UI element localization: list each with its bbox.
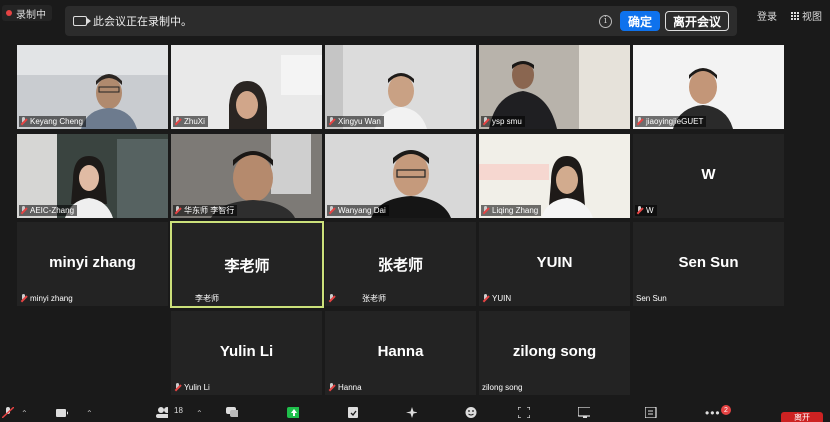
participant-name-label: Yulin Li bbox=[173, 382, 213, 393]
muted-mic-icon bbox=[482, 206, 490, 215]
whiteboard-icon[interactable] bbox=[578, 407, 590, 418]
participant-name-label: Hanna bbox=[327, 382, 365, 393]
participant-name-label: 华东师 李智行 bbox=[173, 205, 238, 216]
participant-name-label: Wanyang Dai bbox=[327, 205, 389, 216]
notification-badge: 2 bbox=[721, 405, 731, 415]
leave-meeting-button[interactable]: 离开会议 bbox=[664, 11, 729, 31]
participant-name-label: 张老师 bbox=[327, 293, 389, 304]
active-speaker-tile[interactable]: 李老师 李老师 bbox=[170, 221, 324, 308]
notes-icon[interactable] bbox=[645, 407, 657, 418]
participant-name-label: W bbox=[635, 205, 657, 216]
participant-name-label: Xingyu Wan bbox=[327, 116, 384, 127]
participant-name-label: Sen Sun bbox=[636, 294, 667, 303]
video-tile[interactable]: Yulin Li Yulin Li bbox=[171, 311, 322, 395]
info-icon[interactable]: i bbox=[598, 14, 612, 28]
muted-mic-icon bbox=[20, 294, 28, 303]
video-tile[interactable]: Keyang Cheng bbox=[17, 45, 168, 129]
audio-options-chevron-icon[interactable]: ⌃ bbox=[21, 409, 28, 418]
video-tile[interactable]: AEIC-Zhang bbox=[17, 134, 168, 218]
more-icon[interactable]: ••• bbox=[705, 406, 721, 420]
video-tile[interactable]: 华东师 李智行 bbox=[171, 134, 322, 218]
apps-icon[interactable] bbox=[518, 407, 530, 418]
summary-icon[interactable] bbox=[347, 407, 359, 418]
participant-count: 18 bbox=[174, 406, 183, 415]
participants-options-chevron-icon[interactable]: ⌃ bbox=[196, 409, 203, 418]
view-label: 视图 bbox=[802, 12, 822, 23]
share-screen-icon[interactable] bbox=[287, 407, 299, 418]
participant-name-label: ZhuXi bbox=[173, 116, 208, 127]
muted-mic-icon bbox=[328, 206, 336, 215]
participant-display-name: minyi zhang bbox=[49, 254, 136, 271]
meeting-window: 录制中 此会议正在录制中。 i 确定 离开会议 登录 视图 Keyang Che… bbox=[0, 0, 830, 422]
participant-display-name: zilong song bbox=[512, 343, 597, 360]
video-camera-icon[interactable] bbox=[56, 407, 68, 418]
login-button[interactable]: 登录 bbox=[757, 8, 777, 23]
muted-mic-icon bbox=[636, 206, 644, 215]
recording-banner: 此会议正在录制中。 i 确定 离开会议 bbox=[65, 6, 737, 36]
muted-mic-icon bbox=[636, 117, 644, 126]
video-tile[interactable]: W W bbox=[633, 134, 784, 218]
recording-label: 录制中 bbox=[16, 9, 46, 21]
muted-mic-icon bbox=[174, 206, 182, 215]
participant-display-name: 张老师 bbox=[377, 257, 423, 274]
video-tile[interactable]: ZhuXi bbox=[171, 45, 322, 129]
video-tile[interactable]: Sen Sun Sen Sun bbox=[633, 222, 784, 306]
participant-display-name: Sen Sun bbox=[678, 254, 739, 271]
muted-mic-icon bbox=[328, 294, 336, 303]
video-tile[interactable]: Xingyu Wan bbox=[325, 45, 476, 129]
recording-dot-icon bbox=[6, 10, 12, 16]
video-tile[interactable]: jiaoyingjieGUET bbox=[633, 45, 784, 129]
participant-name-label: zilong song bbox=[482, 383, 523, 392]
participant-name-label: minyi zhang bbox=[19, 293, 76, 304]
participant-display-name: W bbox=[701, 166, 716, 183]
video-tile[interactable]: zilong song zilong song bbox=[479, 311, 630, 395]
video-tile[interactable]: minyi zhang minyi zhang bbox=[17, 222, 168, 306]
mute-mic-icon[interactable] bbox=[2, 407, 14, 418]
participant-name-label: Liqing Zhang bbox=[481, 205, 542, 216]
participant-display-name: Yulin Li bbox=[219, 343, 274, 360]
video-tile[interactable]: Hanna Hanna bbox=[325, 311, 476, 395]
participant-name-label: YUIN bbox=[481, 293, 514, 304]
participant-name-label: AEIC-Zhang bbox=[19, 205, 78, 216]
end-meeting-button[interactable]: 离开 bbox=[781, 412, 823, 422]
video-tile[interactable]: Liqing Zhang bbox=[479, 134, 630, 218]
muted-mic-icon bbox=[328, 383, 336, 392]
view-button[interactable]: 视图 bbox=[791, 8, 822, 23]
muted-mic-icon bbox=[328, 117, 336, 126]
video-tile[interactable]: YUIN YUIN bbox=[479, 222, 630, 306]
video-tile[interactable]: 张老师 张老师 bbox=[325, 222, 476, 306]
muted-mic-icon bbox=[174, 117, 182, 126]
participant-display-name: YUIN bbox=[536, 254, 573, 271]
video-tile[interactable]: Wanyang Dai bbox=[325, 134, 476, 218]
reactions-icon[interactable] bbox=[465, 407, 477, 418]
participant-name-label: jiaoyingjieGUET bbox=[635, 116, 707, 127]
recording-camera-icon bbox=[73, 16, 91, 26]
muted-mic-icon bbox=[20, 117, 28, 126]
participant-name-label: ysp smu bbox=[481, 116, 525, 127]
participants-icon[interactable] bbox=[156, 407, 168, 418]
muted-mic-icon bbox=[482, 294, 490, 303]
banner-message: 此会议正在录制中。 bbox=[93, 16, 192, 28]
participant-name-label: Keyang Cheng bbox=[19, 116, 86, 127]
recording-indicator[interactable]: 录制中 bbox=[2, 5, 52, 21]
participant-display-name: 李老师 bbox=[224, 258, 270, 275]
chat-icon[interactable] bbox=[226, 407, 238, 418]
ok-button[interactable]: 确定 bbox=[619, 11, 660, 31]
video-tile[interactable]: ysp smu bbox=[479, 45, 630, 129]
ai-companion-icon[interactable] bbox=[405, 407, 417, 418]
participant-display-name: Hanna bbox=[377, 343, 424, 360]
muted-mic-icon bbox=[20, 206, 28, 215]
muted-mic-icon bbox=[174, 383, 182, 392]
participant-name-label: 李老师 bbox=[195, 294, 219, 303]
grid-view-icon bbox=[791, 11, 799, 20]
muted-mic-icon bbox=[482, 117, 490, 126]
video-options-chevron-icon[interactable]: ⌃ bbox=[86, 409, 93, 418]
